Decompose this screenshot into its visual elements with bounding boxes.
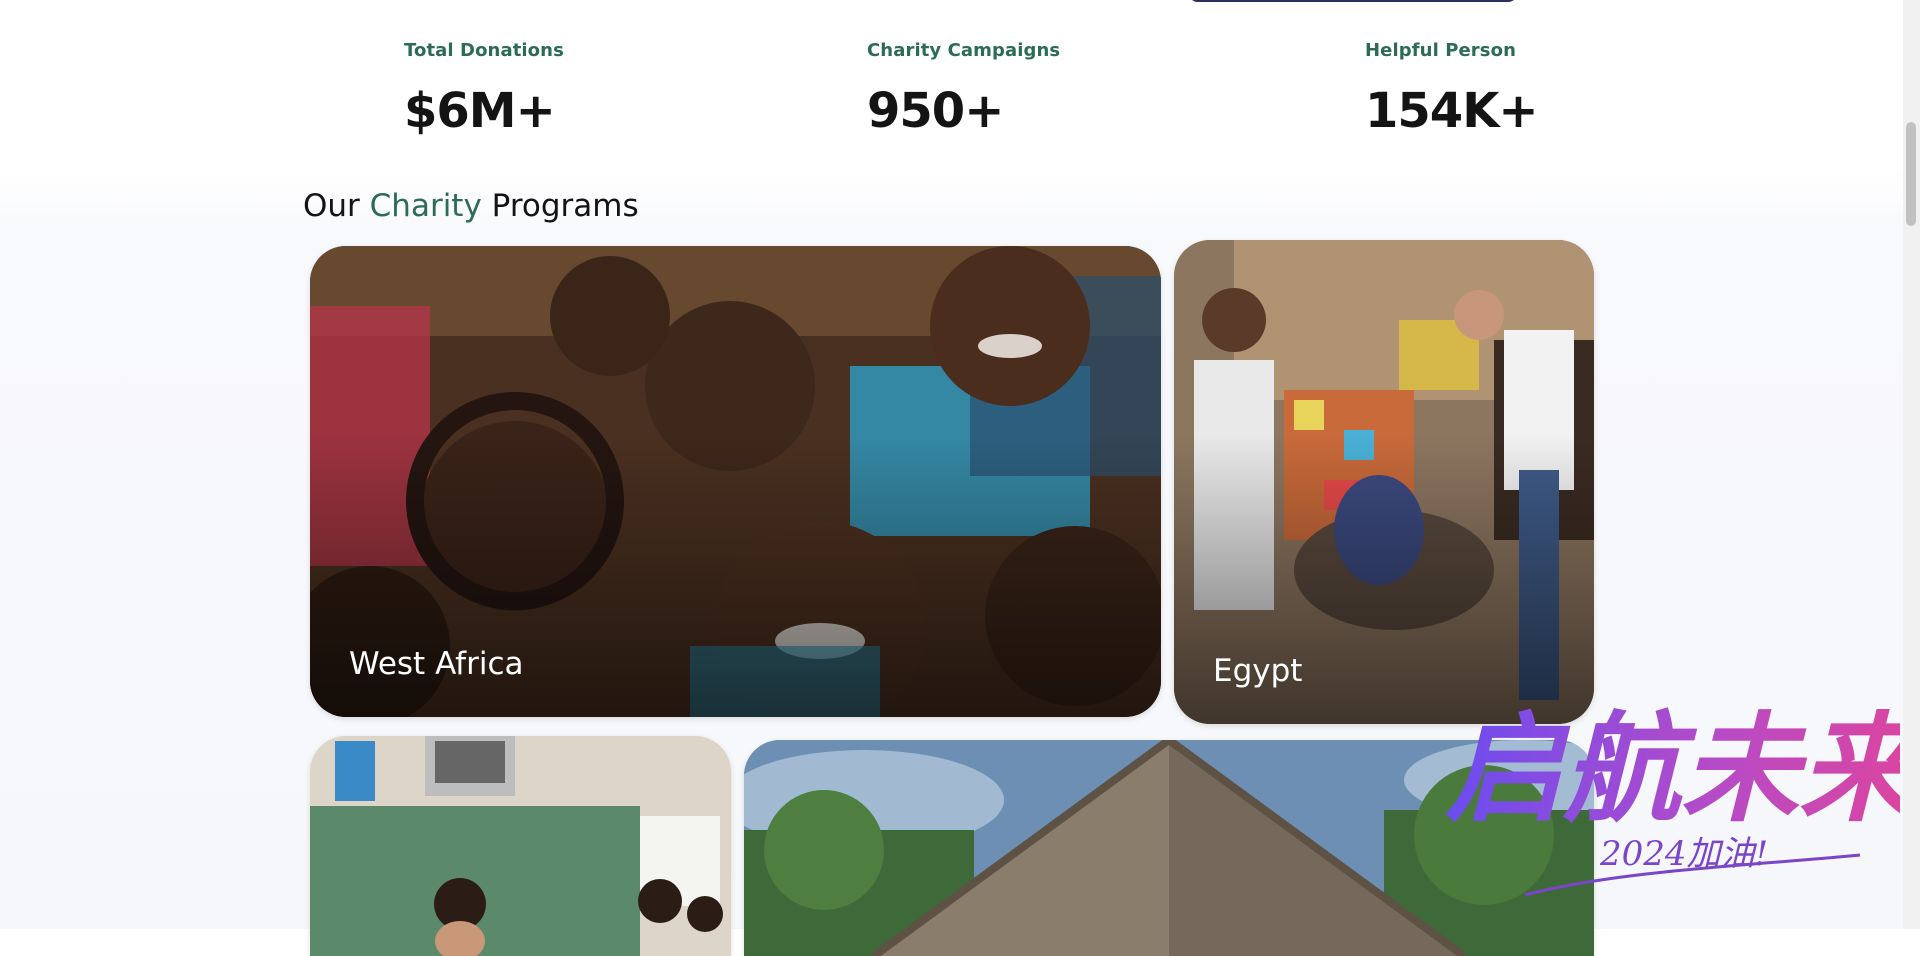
watermark-main-text: 启航未来 bbox=[1445, 699, 1900, 838]
stat-helpful-person: Helpful Person 154K+ bbox=[1365, 40, 1539, 139]
section-title: Our Charity Programs bbox=[303, 188, 639, 224]
classroom-photo bbox=[310, 736, 731, 956]
stat-value: 950+ bbox=[867, 83, 1004, 139]
top-button-edge[interactable] bbox=[1188, 0, 1518, 2]
stat-total-donations: Total Donations $6M+ bbox=[404, 40, 564, 139]
watermark-sub-text: 2024加油! bbox=[1599, 834, 1768, 874]
section-title-prefix: Our bbox=[303, 188, 360, 224]
scrollbar-thumb[interactable] bbox=[1906, 122, 1916, 226]
card-title: Egypt bbox=[1213, 653, 1303, 689]
stat-label: Charity Campaigns bbox=[867, 40, 1061, 61]
card-title: West Africa bbox=[349, 646, 524, 682]
stat-value: $6M+ bbox=[404, 83, 556, 139]
section-title-accent: Charity bbox=[369, 188, 482, 224]
stat-label: Helpful Person bbox=[1365, 40, 1516, 61]
program-card-egypt[interactable]: Egypt bbox=[1174, 240, 1594, 724]
stat-charity-campaigns: Charity Campaigns 950+ bbox=[867, 40, 1060, 139]
section-title-suffix: Programs bbox=[491, 188, 639, 224]
program-card-classroom[interactable] bbox=[310, 736, 731, 956]
watermark-logo: 启航未来 2024加油! bbox=[1445, 699, 1900, 897]
stat-label: Total Donations bbox=[404, 40, 564, 61]
stat-value: 154K+ bbox=[1365, 83, 1539, 139]
program-card-west-africa[interactable]: West Africa bbox=[310, 246, 1161, 717]
